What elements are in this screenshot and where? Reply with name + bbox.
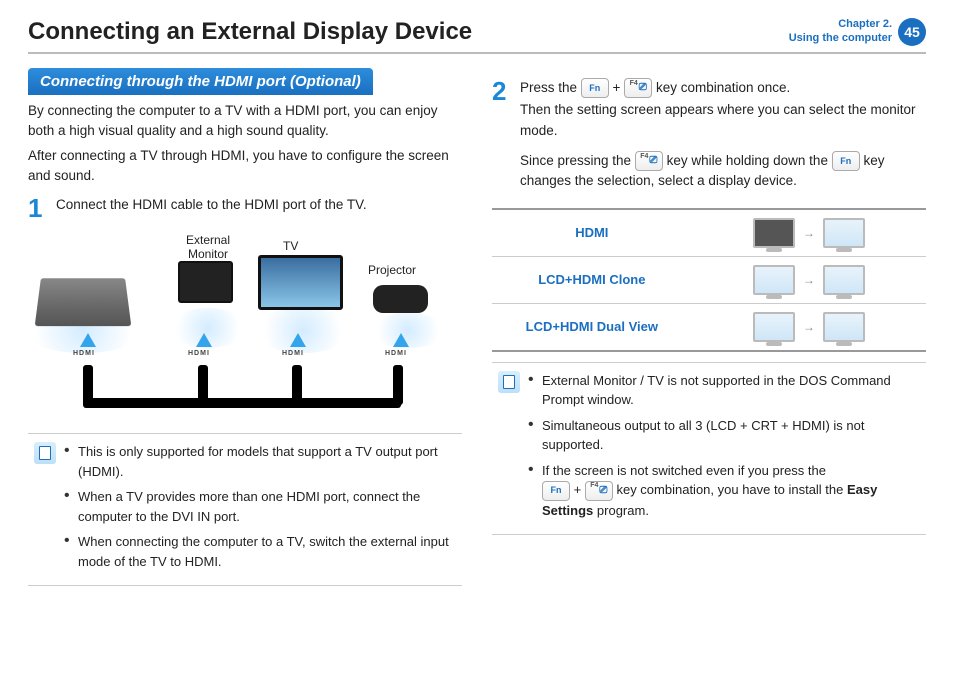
label-tv: TV [283, 239, 298, 253]
step2-text-1b: key combination once. [656, 80, 790, 95]
page-title: Connecting an External Display Device [28, 18, 472, 46]
chapter-block: Chapter 2. Using the computer 45 [789, 18, 926, 46]
step2-text-1a: Press the [520, 80, 581, 95]
left-note-3: When connecting the computer to a TV, sw… [64, 532, 456, 571]
fn-key-icon: Fn [581, 78, 609, 98]
page-header: Connecting an External Display Device Ch… [28, 18, 926, 54]
mode-clone: LCD+HDMI Clone [492, 256, 692, 303]
hdmi-label-3: HDMI [282, 350, 304, 357]
step-1-number: 1 [28, 195, 46, 221]
note-icon [34, 442, 56, 464]
step-1-text: Connect the HDMI cable to the HDMI port … [56, 195, 367, 221]
fn-key-icon-3: Fn [542, 481, 570, 501]
note-icon [498, 371, 520, 393]
f4-key-icon: F4⎚ [624, 78, 652, 98]
step-2-number: 2 [492, 78, 510, 192]
step2-text-3a: Since pressing the [520, 153, 635, 168]
section-heading: Connecting through the HDMI port (Option… [28, 68, 373, 95]
hdmi-label-1: HDMI [73, 350, 95, 357]
connection-diagram: External Monitor TV Projector HDMI [28, 233, 462, 423]
table-row: LCD+HDMI Dual View → [492, 303, 926, 351]
fn-key-icon-2: Fn [832, 151, 860, 171]
mode-hdmi-graphic: → [692, 209, 926, 257]
intro-paragraph-1: By connecting the computer to a TV with … [28, 101, 462, 140]
display-mode-table: HDMI → LCD+HDMI Clone → LCD+HDMI Dual Vi… [492, 208, 926, 352]
chapter-text: Chapter 2. Using the computer [789, 18, 892, 46]
step-1: 1 Connect the HDMI cable to the HDMI por… [28, 195, 462, 221]
monitor-graphic [178, 261, 233, 303]
table-row: LCD+HDMI Clone → [492, 256, 926, 303]
chapter-line2: Using the computer [789, 32, 892, 46]
mode-dualview-graphic: → [692, 303, 926, 351]
left-notes-box: This is only supported for models that s… [28, 433, 462, 586]
table-row: HDMI → [492, 209, 926, 257]
right-note-3: If the screen is not switched even if yo… [528, 461, 920, 521]
right-note-1: External Monitor / TV is not supported i… [528, 371, 920, 410]
intro-paragraph-2: After connecting a TV through HDMI, you … [28, 146, 462, 185]
right-notes-list: External Monitor / TV is not supported i… [528, 371, 920, 527]
plus-sign: + [613, 80, 621, 95]
mode-clone-graphic: → [692, 256, 926, 303]
right-notes-box: External Monitor / TV is not supported i… [492, 362, 926, 536]
mode-hdmi: HDMI [492, 209, 692, 257]
page-number-badge: 45 [898, 18, 926, 46]
label-external-monitor: External Monitor [178, 233, 238, 261]
right-note-2: Simultaneous output to all 3 (LCD + CRT … [528, 416, 920, 455]
f4-key-icon-2: F4⎚ [635, 151, 663, 171]
left-note-2: When a TV provides more than one HDMI po… [64, 487, 456, 526]
step-2: 2 Press the Fn + F4⎚ key combination onc… [492, 78, 926, 192]
label-projector: Projector [368, 263, 416, 277]
f4-key-icon-3: F4⎚ [585, 481, 613, 501]
hdmi-label-4: HDMI [385, 350, 407, 357]
left-note-1: This is only supported for models that s… [64, 442, 456, 481]
right-column: 2 Press the Fn + F4⎚ key combination onc… [492, 68, 926, 586]
tv-graphic [258, 255, 343, 310]
step2-text-3b: key while holding down the [667, 153, 832, 168]
left-column: Connecting through the HDMI port (Option… [28, 68, 462, 586]
hdmi-label-2: HDMI [188, 350, 210, 357]
left-notes-list: This is only supported for models that s… [64, 442, 456, 577]
mode-dualview: LCD+HDMI Dual View [492, 303, 692, 351]
projector-graphic [373, 285, 428, 313]
step-2-body: Press the Fn + F4⎚ key combination once.… [520, 78, 926, 192]
chapter-line1: Chapter 2. [789, 18, 892, 32]
step2-line2: Then the setting screen appears where yo… [520, 100, 926, 141]
laptop-graphic [35, 278, 132, 326]
